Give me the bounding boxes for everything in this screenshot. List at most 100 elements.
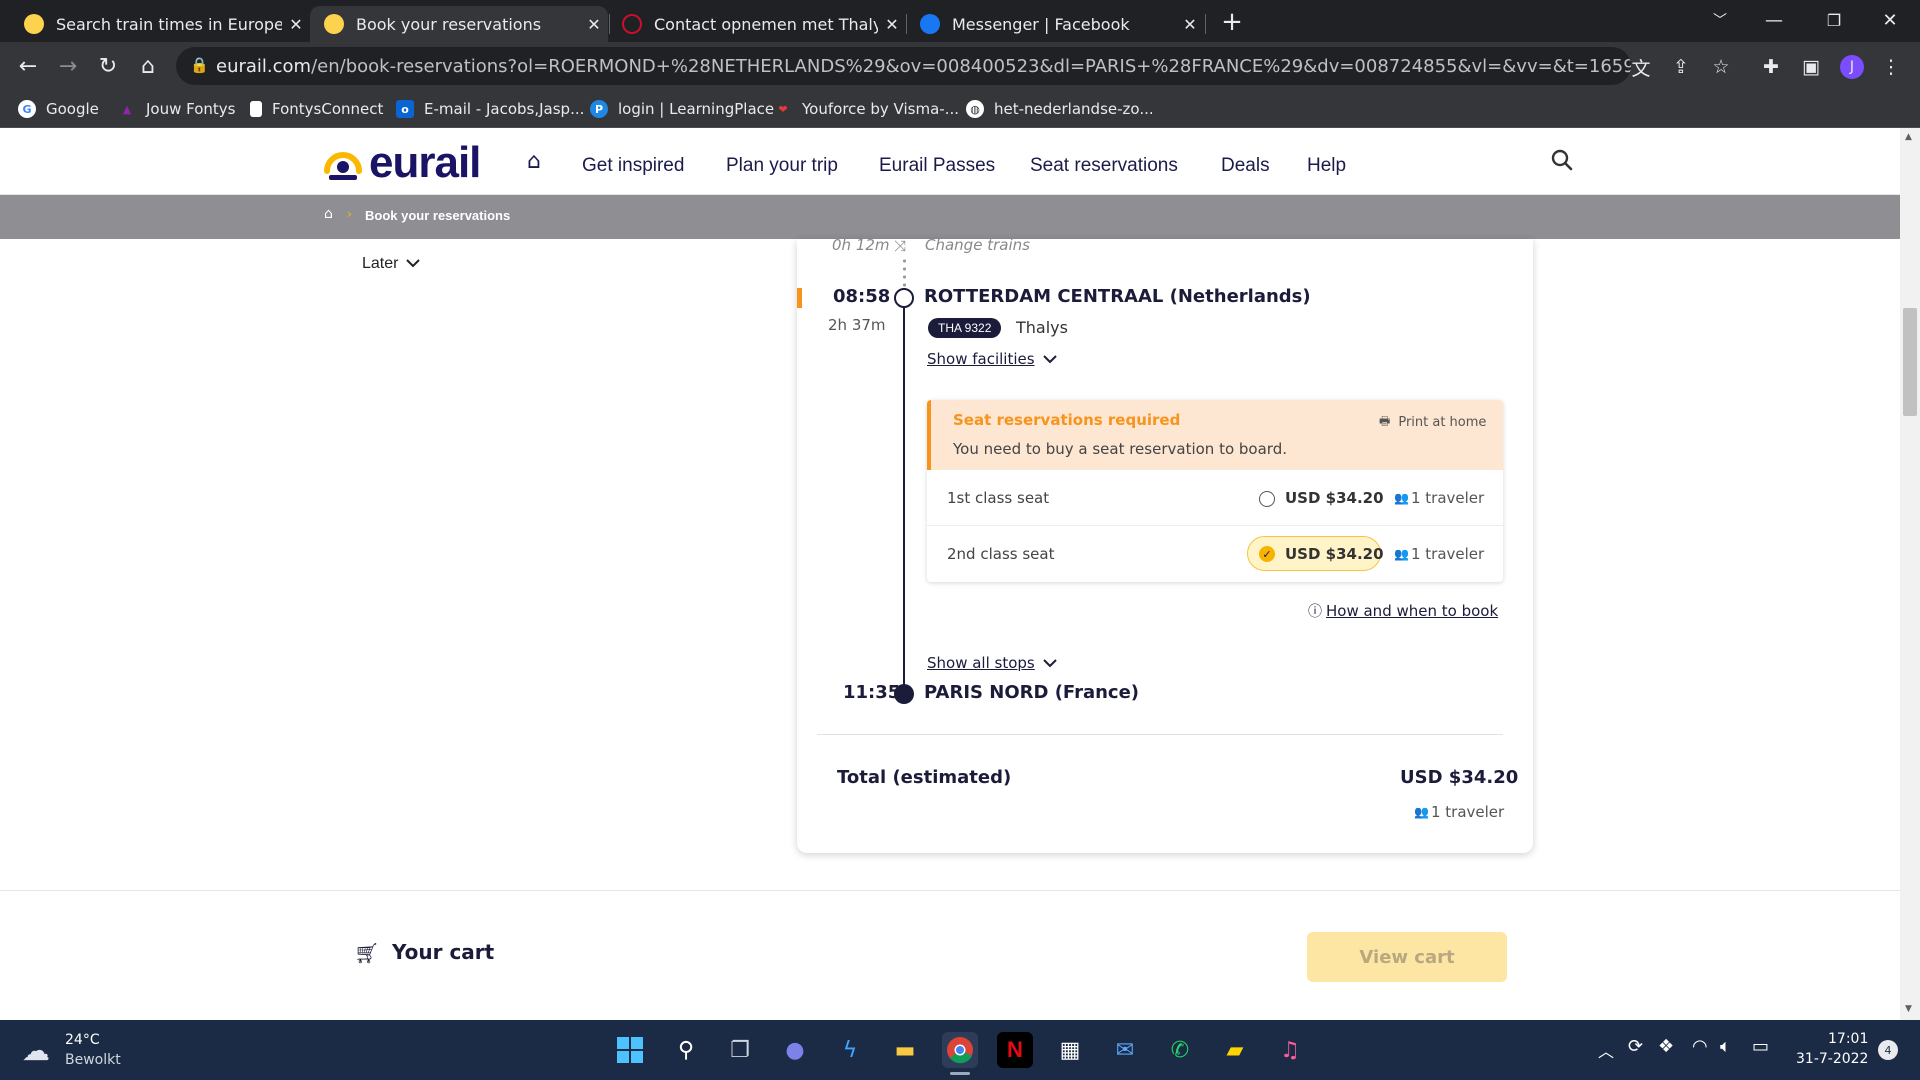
wifi-icon[interactable]: ◠: [1692, 1036, 1708, 1057]
home-icon[interactable]: ⌂: [132, 50, 164, 82]
netflix-icon[interactable]: N: [997, 1032, 1033, 1068]
bookmark-jouw-fontys[interactable]: ▲ Jouw Fontys: [118, 97, 236, 121]
url-path: /en/book-reservations?ol=ROERMOND+%28NET…: [311, 55, 1631, 77]
nav-help[interactable]: Help: [1307, 155, 1346, 177]
breadcrumb: ⌂ › Book your reservations: [0, 195, 1900, 239]
close-icon[interactable]: ✕: [580, 15, 608, 34]
bookmark-label: Google: [46, 100, 99, 118]
travelers-icon: 👥: [1394, 547, 1409, 561]
fontys-icon: ▲: [122, 102, 132, 116]
clock-time[interactable]: 17:01: [1828, 1031, 1868, 1047]
view-cart-button[interactable]: View cart: [1307, 932, 1507, 982]
microsoft-store-icon[interactable]: ▦: [1052, 1032, 1088, 1068]
travelers-label: 1 traveler: [1410, 545, 1485, 563]
battery-icon[interactable]: ▭: [1752, 1036, 1769, 1057]
clock-date[interactable]: 31-7-2022: [1796, 1051, 1868, 1067]
seat-option-label: 1st class seat: [947, 489, 1050, 507]
tab-book-reservations[interactable]: Book your reservations ✕: [310, 6, 608, 42]
new-tab-button[interactable]: +: [1216, 6, 1248, 38]
tab-messenger[interactable]: Messenger | Facebook ✕: [906, 6, 1204, 42]
bookmark-fontysconnect[interactable]: FontysConnect: [250, 97, 383, 121]
nav-deals[interactable]: Deals: [1221, 155, 1270, 177]
tab-separator: [609, 14, 610, 34]
chrome-icon[interactable]: [942, 1032, 978, 1068]
scroll-up-icon[interactable]: ▲: [1905, 132, 1912, 142]
arrival-time: 11:35: [843, 682, 901, 703]
windows-start-icon[interactable]: [612, 1032, 648, 1068]
arrival-station: PARIS NORD (France): [924, 682, 1140, 703]
bookmark-email[interactable]: o E-mail - Jacobs,Jasp...: [396, 97, 584, 121]
sticky-notes-icon[interactable]: ▰: [1217, 1032, 1253, 1068]
forward-arrow-icon[interactable]: →: [52, 50, 84, 82]
show-facilities-label: Show facilities: [927, 349, 1035, 368]
search-icon[interactable]: [1550, 148, 1574, 176]
back-arrow-icon[interactable]: ←: [12, 50, 44, 82]
seat-traveler-count: 👥 1 traveler: [1394, 489, 1484, 507]
how-and-when-to-book-link[interactable]: ⓘ How and when to book: [1308, 601, 1498, 621]
volume-icon[interactable]: 🔈︎: [1720, 1036, 1731, 1057]
page-scrollbar[interactable]: ▲ ▼: [1900, 128, 1920, 1020]
bookmark-nederlandse-zo[interactable]: ◍ het-nederlandse-zo...: [966, 97, 1154, 121]
seat-radio-1st[interactable]: [1259, 491, 1275, 507]
show-facilities-link[interactable]: Show facilities: [927, 349, 1057, 368]
sync-icon[interactable]: ⟳: [1628, 1036, 1643, 1057]
side-panel-icon[interactable]: ▣: [1798, 54, 1824, 80]
later-label: Later: [362, 255, 399, 272]
bookmark-youforce[interactable]: ❤ Youforce by Visma-...: [774, 97, 959, 121]
tray-overflow-chevron-icon[interactable]: ︿: [1598, 1038, 1614, 1062]
teams-chat-icon[interactable]: ●: [777, 1032, 813, 1068]
notification-badge[interactable]: 4: [1878, 1040, 1898, 1060]
close-icon[interactable]: ✕: [1176, 15, 1204, 34]
profile-avatar[interactable]: J: [1840, 55, 1864, 79]
travelers-icon: 👥: [1394, 491, 1409, 505]
tab-search-train-times[interactable]: Search train times in Europe ✕: [10, 6, 310, 42]
seat-option-row[interactable]: 1st class seat USD $34.20 👥 1 traveler: [927, 470, 1503, 526]
minimize-button[interactable]: —: [1746, 0, 1802, 40]
bookmark-learningplace[interactable]: Plogin | LearningPlace: [590, 97, 774, 121]
power-automate-icon[interactable]: ϟ: [832, 1032, 868, 1068]
restore-button[interactable]: ❐: [1806, 0, 1862, 40]
url-host: eurail.com: [216, 55, 312, 77]
nav-eurail-passes[interactable]: Eurail Passes: [879, 155, 995, 177]
tab-thalys-contact[interactable]: Contact opnemen met Thalys | Th ✕: [608, 6, 906, 42]
scroll-down-icon[interactable]: ▼: [1905, 1004, 1912, 1014]
dropbox-icon[interactable]: ❖: [1658, 1036, 1674, 1057]
share-icon[interactable]: ⇪: [1668, 54, 1694, 80]
print-at-home: 🖶 Print at home: [1379, 412, 1486, 433]
close-icon[interactable]: ✕: [878, 15, 906, 34]
nav-seat-reservations[interactable]: Seat reservations: [1030, 155, 1178, 177]
address-bar[interactable]: 🔒 eurail.com/en/book-reservations?ol=ROE…: [176, 47, 1631, 85]
show-all-stops-link[interactable]: Show all stops: [927, 653, 1057, 672]
search-icon[interactable]: ⚲: [668, 1032, 704, 1068]
nav-plan-your-trip[interactable]: Plan your trip: [726, 155, 838, 177]
close-icon[interactable]: ✕: [282, 15, 310, 34]
cart-bar: 🛒︎ Your cart View cart: [0, 890, 1900, 1020]
reload-icon[interactable]: ↻: [92, 50, 124, 82]
file-explorer-icon[interactable]: ▬: [887, 1032, 923, 1068]
menu-kebab-icon[interactable]: ⋮: [1878, 54, 1904, 80]
bookmark-label: Jouw Fontys: [146, 100, 236, 118]
breadcrumb-home-icon[interactable]: ⌂: [324, 206, 333, 222]
seat-option-row[interactable]: 2nd class seat ✓ USD $34.20 👥 1 traveler: [927, 526, 1503, 582]
scrollbar-thumb[interactable]: [1903, 308, 1917, 416]
bookmark-google[interactable]: G Google: [18, 97, 99, 121]
browser-toolbar: ← → ↻ ⌂ 🔒 eurail.com/en/book-reservation…: [0, 42, 1920, 90]
extensions-puzzle-icon[interactable]: ✚: [1758, 54, 1784, 80]
bookmark-star-icon[interactable]: ☆: [1708, 54, 1734, 80]
tab-search-chevron-icon[interactable]: ﹀: [1692, 0, 1748, 40]
window-close-button[interactable]: ✕: [1862, 0, 1918, 40]
task-view-icon[interactable]: ❐: [722, 1032, 758, 1068]
tab-title: Contact opnemen met Thalys | Th: [654, 14, 878, 34]
reservation-note: You need to buy a seat reservation to bo…: [953, 440, 1287, 458]
itunes-icon[interactable]: ♫: [1272, 1032, 1308, 1068]
home-icon[interactable]: ⌂: [527, 149, 541, 174]
translate-icon[interactable]: 文: [1628, 54, 1654, 80]
active-app-indicator: [950, 1072, 970, 1075]
mail-icon[interactable]: ✉: [1107, 1032, 1143, 1068]
chevron-down-icon: [406, 255, 421, 273]
tab-separator: [1205, 14, 1206, 34]
whatsapp-icon[interactable]: ✆: [1162, 1032, 1198, 1068]
later-button[interactable]: Later: [362, 255, 421, 273]
nav-get-inspired[interactable]: Get inspired: [582, 155, 684, 177]
eurail-logo[interactable]: eurail: [323, 138, 481, 188]
